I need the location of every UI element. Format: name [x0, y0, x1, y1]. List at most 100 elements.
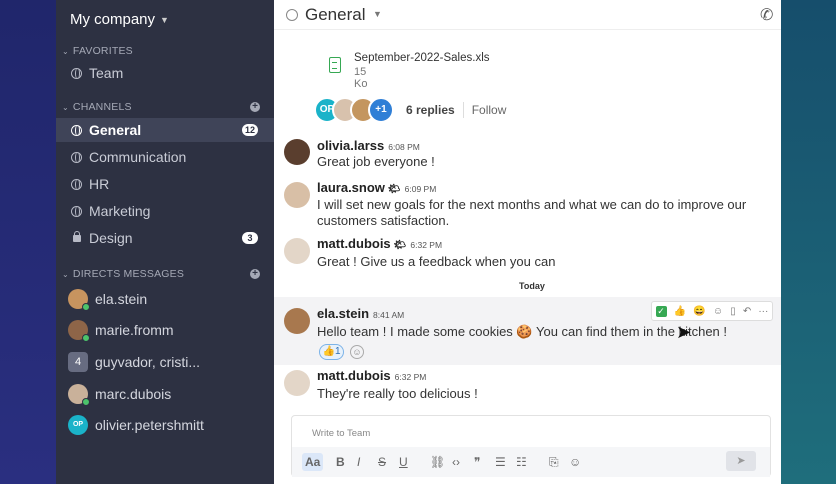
italic-icon[interactable]: I — [357, 455, 360, 469]
favorites-header[interactable]: ⌄ FAVORITES — [62, 45, 133, 57]
message-text: I will set new goals for the next months… — [317, 197, 747, 228]
message-time: 6:09 PM — [404, 184, 437, 194]
message-author[interactable]: matt.dubois 🌤 6:32 PM — [317, 236, 442, 251]
sidebar-item-label: marie.fromm — [95, 322, 174, 338]
message-text: Hello team ! I made some cookies 🍪 You c… — [317, 324, 728, 339]
sidebar-item-hr[interactable]: HR — [56, 172, 274, 196]
sidebar-item-label: HR — [89, 176, 110, 192]
sidebar-item-communication[interactable]: Communication — [56, 145, 274, 169]
bullet-list-icon[interactable]: ☷ — [516, 455, 527, 469]
globe-icon — [71, 178, 82, 190]
message[interactable]: matt.dubois 🌤 6:32 PM Great ! Give us a fe… — [274, 236, 781, 272]
emoji-icon[interactable]: ☺ — [569, 455, 581, 469]
globe-icon — [71, 151, 82, 163]
code-icon[interactable]: ‹› — [452, 455, 460, 469]
divider — [462, 102, 464, 118]
sidebar-item-design[interactable]: Design 3 — [56, 226, 274, 250]
sidebar-item-group-dm[interactable]: 4 guyvador, cristi... — [68, 352, 200, 372]
status-emoji-icon: 🌤 — [393, 240, 407, 251]
caret-down-icon: ⌄ — [62, 102, 69, 112]
background-left — [0, 0, 56, 484]
directs-header[interactable]: ⌄ DIRECTS MESSAGES — [62, 268, 184, 280]
add-channel-icon[interactable]: + — [250, 102, 260, 112]
composer-input[interactable]: Write to Team — [312, 428, 370, 439]
bold-icon[interactable]: B — [336, 455, 345, 469]
add-reaction-icon[interactable]: ☺ — [713, 306, 723, 317]
check-icon[interactable]: ✓ — [655, 305, 667, 317]
ordered-list-icon[interactable]: ☰ — [495, 455, 506, 469]
workspace-switcher[interactable]: My company ▼ — [70, 11, 169, 28]
avatar — [68, 384, 90, 406]
globe-icon — [71, 124, 82, 136]
avatar — [284, 308, 310, 334]
reaction-chip[interactable]: 👍1 — [319, 344, 344, 360]
spreadsheet-file-icon — [329, 57, 341, 73]
sidebar-item-team[interactable]: Team — [56, 61, 274, 85]
avatar — [68, 320, 90, 342]
channels-header[interactable]: ⌄ CHANNELS — [62, 101, 132, 113]
directs-title: DIRECTS MESSAGES — [72, 268, 185, 280]
thread-summary[interactable]: OP +1 6 replies Follow — [314, 97, 506, 123]
avatar — [68, 289, 90, 311]
formatting-toolbar: Aa B I S U ⛓ ‹› ❞ ☰ ☷ ⎘ ☺ ➤ — [292, 447, 770, 477]
mouse-cursor-icon: ➤ — [676, 322, 692, 342]
caret-down-icon: ⌄ — [62, 46, 69, 56]
sidebar-item-olivier-petershmitt[interactable]: OP olivier.petershmitt — [68, 415, 204, 435]
message-author[interactable]: matt.dubois 6:32 PM — [317, 368, 426, 383]
message-time: 6:32 PM — [410, 240, 443, 250]
attachment-icon[interactable]: ⎘ — [549, 455, 559, 470]
chevron-down-icon: ▼ — [160, 14, 169, 25]
file-name: September-2022-Sales.xls — [354, 52, 490, 64]
message[interactable]: laura.snow 🌤 6:09 PM I will set new goals … — [274, 180, 781, 230]
sidebar-item-label: Team — [89, 65, 124, 81]
sidebar-item-label: olivier.petershmitt — [95, 417, 204, 433]
channel-title[interactable]: General — [305, 5, 365, 25]
format-toggle-button[interactable]: Aa — [302, 453, 324, 471]
message-author[interactable]: olivia.larss 6:08 PM — [317, 138, 420, 153]
quote-icon[interactable]: ❞ — [474, 455, 480, 469]
sidebar-item-label: marc.dubois — [95, 386, 172, 402]
send-button[interactable]: ➤ — [726, 451, 756, 471]
avatar — [284, 238, 310, 264]
sidebar-item-label: Communication — [89, 149, 187, 165]
online-status-icon — [82, 303, 90, 311]
channels-title: CHANNELS — [72, 101, 132, 113]
sidebar-item-marie-fromm[interactable]: marie.fromm — [68, 320, 174, 342]
sidebar-item-marc-dubois[interactable]: marc.dubois — [68, 384, 172, 406]
message-actions-toolbar: ✓ 👍 😄 ☺ ▯ ↶ ··· — [651, 301, 773, 321]
message[interactable]: olivia.larss 6:08 PM Great job everyone ! — [274, 136, 781, 176]
avatar — [284, 139, 310, 165]
group-count-avatar: 4 — [68, 352, 88, 372]
replies-count[interactable]: 6 replies — [406, 103, 455, 117]
add-direct-icon[interactable]: + — [250, 269, 260, 279]
sidebar-item-label: General — [89, 122, 142, 138]
link-icon[interactable]: ⛓ — [430, 455, 445, 469]
more-participants-badge: +1 — [368, 97, 394, 123]
sidebar-item-marketing[interactable]: Marketing — [56, 199, 274, 223]
smile-icon[interactable]: 😄 — [693, 306, 705, 317]
message-author[interactable]: ela.stein 8:41 AM — [317, 306, 404, 321]
sidebar-item-general[interactable]: General 12 — [56, 118, 274, 142]
message[interactable]: matt.dubois 6:32 PM They're really too de… — [274, 366, 781, 406]
bookmark-icon[interactable]: ▯ — [730, 306, 736, 317]
thumbs-up-icon[interactable]: 👍 — [674, 306, 686, 317]
chevron-down-icon[interactable]: ▼ — [373, 9, 382, 19]
more-icon[interactable]: ··· — [758, 306, 768, 317]
add-reaction-icon[interactable]: ☺ — [350, 345, 364, 359]
message-text: They're really too delicious ! — [317, 386, 478, 401]
reply-icon[interactable]: ↶ — [743, 306, 751, 317]
favorites-title: FAVORITES — [72, 45, 133, 57]
follow-button[interactable]: Follow — [472, 103, 507, 117]
phone-icon[interactable]: ✆ — [760, 5, 773, 25]
sidebar-item-ela-stein[interactable]: ela.stein — [68, 289, 147, 311]
message-composer[interactable]: Write to Team Aa B I S U ⛓ ‹› ❞ ☰ ☷ ⎘ ☺ … — [291, 415, 771, 477]
strikethrough-icon[interactable]: S — [378, 455, 386, 469]
avatar: OP — [68, 415, 88, 435]
sidebar-item-label: guyvador, cristi... — [95, 354, 201, 370]
background-right — [780, 0, 836, 484]
underline-icon[interactable]: U — [399, 455, 408, 469]
avatar — [284, 182, 310, 208]
message-author[interactable]: laura.snow 🌤 6:09 PM — [317, 180, 436, 195]
chat-panel: General ▼ ✆ September-2022-Sales.xls 15 … — [274, 0, 781, 484]
online-status-icon — [82, 334, 90, 342]
